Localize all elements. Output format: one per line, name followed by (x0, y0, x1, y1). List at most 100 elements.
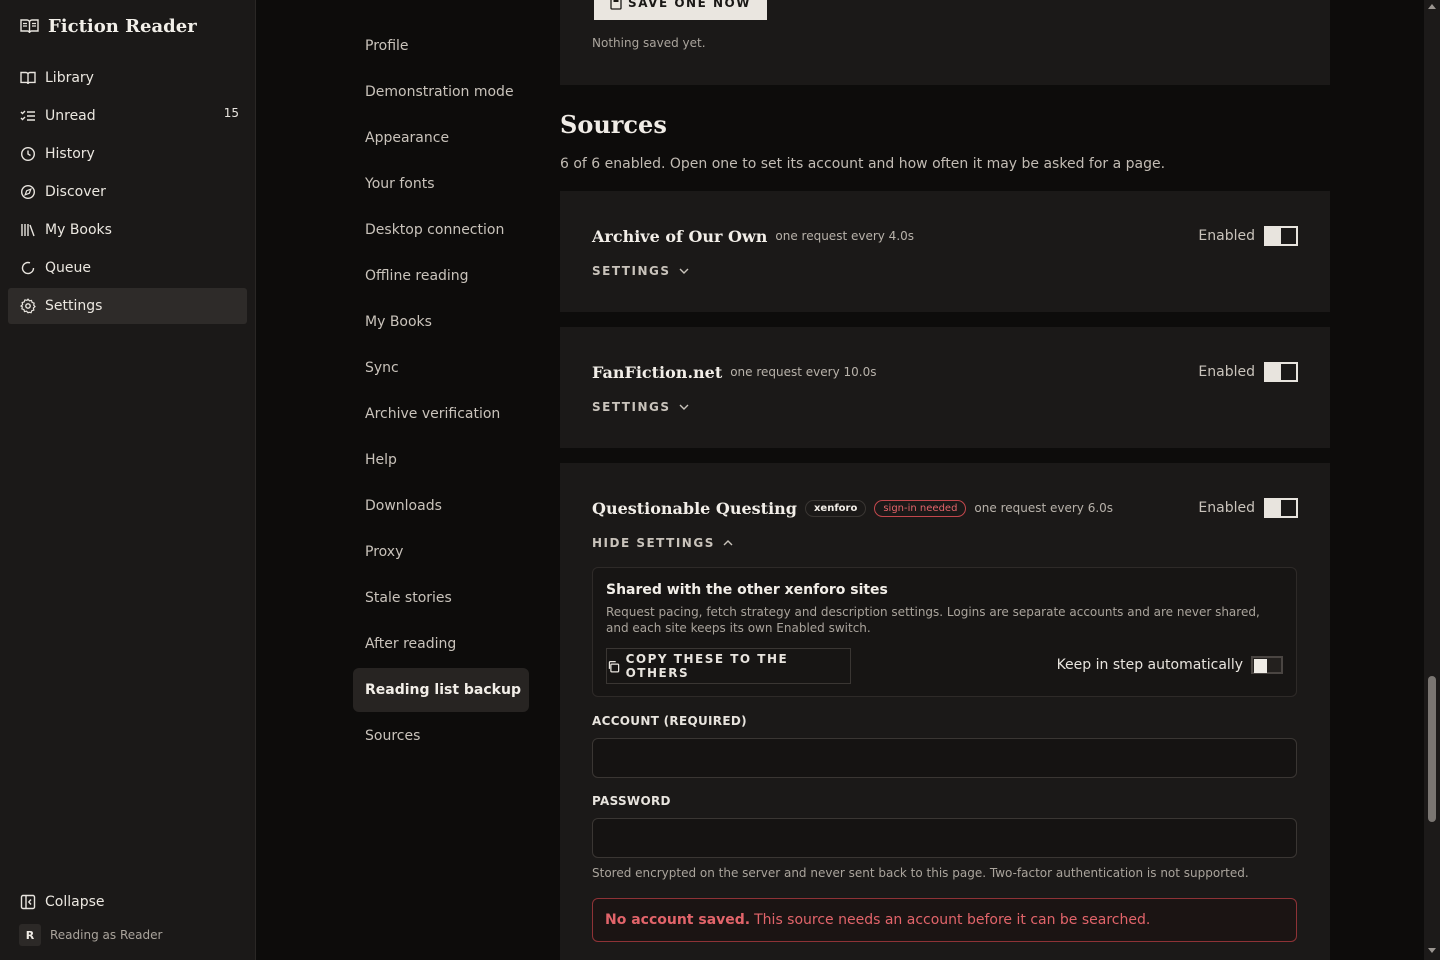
source-name: Questionable Questing (592, 498, 797, 518)
chevron-up-icon (723, 540, 733, 546)
scroll-up-icon[interactable] (1428, 4, 1436, 9)
enabled-label: Enabled (1198, 364, 1255, 380)
settings-nav-item-active[interactable]: Reading list backup (353, 668, 529, 712)
settings-nav-item[interactable]: Proxy (353, 530, 529, 574)
account-label: ACCOUNT (REQUIRED) (592, 714, 747, 728)
backup-status: Nothing saved yet. (592, 36, 706, 50)
save-icon (610, 0, 622, 10)
source-rate: one request every 6.0s (974, 501, 1114, 515)
no-account-alert: No account saved. This source needs an a… (592, 898, 1297, 942)
settings-expand-button[interactable]: SETTINGS (592, 264, 689, 278)
hide-settings-button[interactable]: HIDE SETTINGS (592, 536, 733, 550)
nav-library[interactable]: Library (8, 60, 247, 96)
refresh-icon (21, 261, 35, 275)
gear-icon (20, 298, 36, 314)
nav-label: Library (45, 70, 94, 86)
source-enabled-control: Enabled (1198, 226, 1298, 246)
save-backup-label: SAVE ONE NOW (628, 0, 751, 10)
settings-nav-item[interactable]: Downloads (353, 484, 529, 528)
settings-nav-item[interactable]: Offline reading (353, 254, 529, 298)
settings-nav-item[interactable]: Demonstration mode (353, 70, 529, 114)
copy-icon (608, 660, 620, 672)
book-open-icon (20, 19, 39, 34)
collapse-button[interactable]: Collapse (8, 884, 247, 920)
settings-label: SETTINGS (592, 400, 671, 414)
scroll-down-icon[interactable] (1428, 948, 1436, 953)
unread-count-badge: 15 (223, 106, 239, 120)
keep-in-step-control: Keep in step automatically (1057, 656, 1283, 674)
book-open-icon (20, 71, 36, 85)
settings-nav-item[interactable]: After reading (353, 622, 529, 666)
compass-icon (20, 184, 36, 200)
save-backup-button[interactable]: SAVE ONE NOW (594, 0, 767, 20)
password-label: PASSWORD (592, 794, 671, 808)
sidebar-footer: Collapse (8, 884, 247, 920)
page-scrollbar[interactable] (1424, 0, 1440, 960)
nav-history[interactable]: History (8, 136, 247, 172)
nav-discover[interactable]: Discover (8, 174, 247, 210)
password-input[interactable] (592, 818, 1297, 858)
sources-title: Sources (560, 110, 667, 139)
chevron-down-icon (679, 404, 688, 410)
scroll-thumb[interactable] (1428, 676, 1436, 822)
backup-card: SAVE ONE NOW Nothing saved yet. (560, 0, 1330, 85)
settings-nav-item[interactable]: Desktop connection (353, 208, 529, 252)
shared-settings-box: Shared with the other xenforo sites Requ… (592, 567, 1297, 697)
main-nav: Library Unread 15 History Discover My Bo… (8, 60, 247, 326)
alert-strong: No account saved. (605, 912, 751, 928)
nav-label: Settings (45, 298, 103, 314)
chevron-down-icon (679, 268, 688, 274)
settings-nav-item[interactable]: Help (353, 438, 529, 482)
source-header: FanFiction.net one request every 10.0s (592, 360, 876, 384)
enabled-toggle[interactable] (1264, 362, 1298, 382)
source-rate: one request every 10.0s (730, 365, 877, 379)
settings-nav-item[interactable]: Sources (353, 714, 529, 758)
source-name: FanFiction.net (592, 362, 723, 382)
source-rate: one request every 4.0s (775, 229, 915, 243)
clock-icon (20, 146, 36, 162)
collapse-sidebar-icon (20, 894, 36, 910)
brand[interactable]: Fiction Reader (20, 14, 197, 38)
enabled-label: Enabled (1198, 228, 1255, 244)
source-header: Archive of Our Own one request every 4.0… (592, 224, 914, 248)
nav-label: Discover (45, 184, 106, 200)
settings-label: HIDE SETTINGS (592, 536, 715, 550)
copy-to-others-button[interactable]: COPY THESE TO THE OTHERS (606, 648, 851, 684)
settings-nav-item[interactable]: Profile (353, 24, 529, 68)
platform-badge: xenforo (804, 499, 867, 517)
avatar: R (19, 924, 41, 946)
settings-nav-item[interactable]: Sync (353, 346, 529, 390)
source-card-ao3: Archive of Our Own one request every 4.0… (560, 191, 1330, 312)
source-enabled-control: Enabled (1198, 498, 1298, 518)
settings-expand-button[interactable]: SETTINGS (592, 400, 689, 414)
user-info[interactable]: R Reading as Reader (19, 924, 162, 946)
settings-nav-item[interactable]: Your fonts (353, 162, 529, 206)
settings-nav-item[interactable]: Appearance (353, 116, 529, 160)
copy-label: COPY THESE TO THE OTHERS (625, 652, 789, 680)
source-name: Archive of Our Own (592, 226, 768, 246)
settings-nav: Profile Demonstration mode Appearance Yo… (353, 24, 529, 760)
nav-my-books[interactable]: My Books (8, 212, 247, 248)
collapse-label: Collapse (45, 894, 105, 910)
alert-text: This source needs an account before it c… (754, 912, 1151, 928)
settings-label: SETTINGS (592, 264, 671, 278)
source-card-ffnet: FanFiction.net one request every 10.0s E… (560, 327, 1330, 448)
shared-title: Shared with the other xenforo sites (606, 582, 888, 598)
reading-as-label: Reading as Reader (50, 928, 163, 942)
enabled-toggle[interactable] (1264, 226, 1298, 246)
nav-label: My Books (45, 222, 112, 238)
nav-label: History (45, 146, 95, 162)
nav-label: Queue (45, 260, 91, 276)
keep-in-step-toggle[interactable] (1251, 656, 1283, 674)
nav-unread[interactable]: Unread 15 (8, 98, 247, 134)
list-check-icon (20, 110, 35, 121)
enabled-toggle[interactable] (1264, 498, 1298, 518)
settings-nav-item[interactable]: My Books (353, 300, 529, 344)
settings-nav-item[interactable]: Stale stories (353, 576, 529, 620)
account-input[interactable] (592, 738, 1297, 778)
settings-nav-item[interactable]: Archive verification (353, 392, 529, 436)
nav-settings[interactable]: Settings (8, 288, 247, 324)
bookshelf-icon (21, 224, 35, 237)
nav-queue[interactable]: Queue (8, 250, 247, 286)
sources-description: 6 of 6 enabled. Open one to set its acco… (560, 156, 1166, 172)
